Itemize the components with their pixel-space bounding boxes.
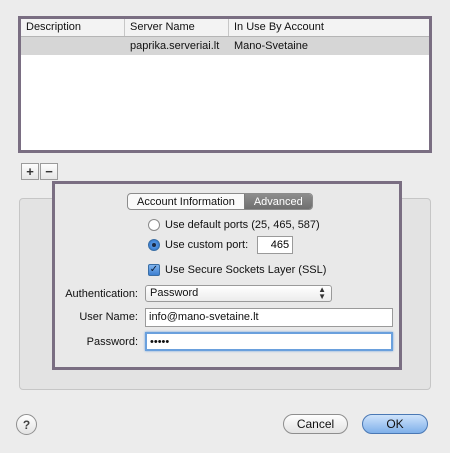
ssl-option[interactable]: ✓ Use Secure Sockets Layer (SSL) <box>148 264 326 276</box>
authentication-label: Authentication: <box>65 288 138 300</box>
authentication-select[interactable]: Password ▲ ▼ <box>145 285 332 302</box>
row-server-name: paprika.serveriai.lt <box>130 40 220 52</box>
ok-button[interactable]: OK <box>362 414 428 434</box>
ssl-label: Use Secure Sockets Layer (SSL) <box>165 264 327 276</box>
server-list-header: Description Server Name In Use By Accoun… <box>21 19 429 37</box>
row-in-use-by: Mano-Svetaine <box>234 40 308 52</box>
server-list: Description Server Name In Use By Accoun… <box>18 16 432 153</box>
custom-port-option[interactable]: Use custom port: <box>148 236 294 254</box>
custom-port-label: Use custom port: <box>165 239 249 251</box>
column-in-use-by-account[interactable]: In Use By Account <box>229 19 429 36</box>
password-field[interactable]: ••••• <box>145 332 393 351</box>
cancel-button[interactable]: Cancel <box>283 414 348 434</box>
custom-port-input[interactable] <box>257 236 294 254</box>
row-description <box>21 44 125 48</box>
user-name-field[interactable]: info@mano-svetaine.lt <box>145 308 393 327</box>
tab-account-information[interactable]: Account Information <box>128 194 244 209</box>
help-button[interactable]: ? <box>16 414 37 435</box>
smtp-server-list-dialog: Description Server Name In Use By Accoun… <box>0 0 450 453</box>
authentication-value: Password <box>150 287 199 299</box>
column-description[interactable]: Description <box>21 19 125 36</box>
default-ports-radio[interactable] <box>148 219 160 231</box>
add-server-button[interactable]: + <box>21 163 39 180</box>
password-label: Password: <box>86 336 138 348</box>
table-row[interactable]: paprika.serveriai.lt Mano-Svetaine <box>21 37 429 55</box>
default-ports-option[interactable]: Use default ports (25, 465, 587) <box>148 219 320 231</box>
custom-port-radio[interactable] <box>148 239 160 251</box>
ssl-checkbox[interactable]: ✓ <box>148 264 160 276</box>
tab-advanced[interactable]: Advanced <box>243 194 312 209</box>
settings-tabs: Account Information Advanced <box>127 193 313 210</box>
list-controls: + − <box>21 163 59 180</box>
remove-server-button[interactable]: − <box>40 163 58 180</box>
advanced-settings-panel: Account Information Advanced Use default… <box>52 181 402 370</box>
default-ports-label: Use default ports (25, 465, 587) <box>165 219 320 231</box>
up-down-arrows-icon: ▲ ▼ <box>318 285 326 301</box>
column-server-name[interactable]: Server Name <box>125 19 229 36</box>
user-name-label: User Name: <box>79 311 138 323</box>
